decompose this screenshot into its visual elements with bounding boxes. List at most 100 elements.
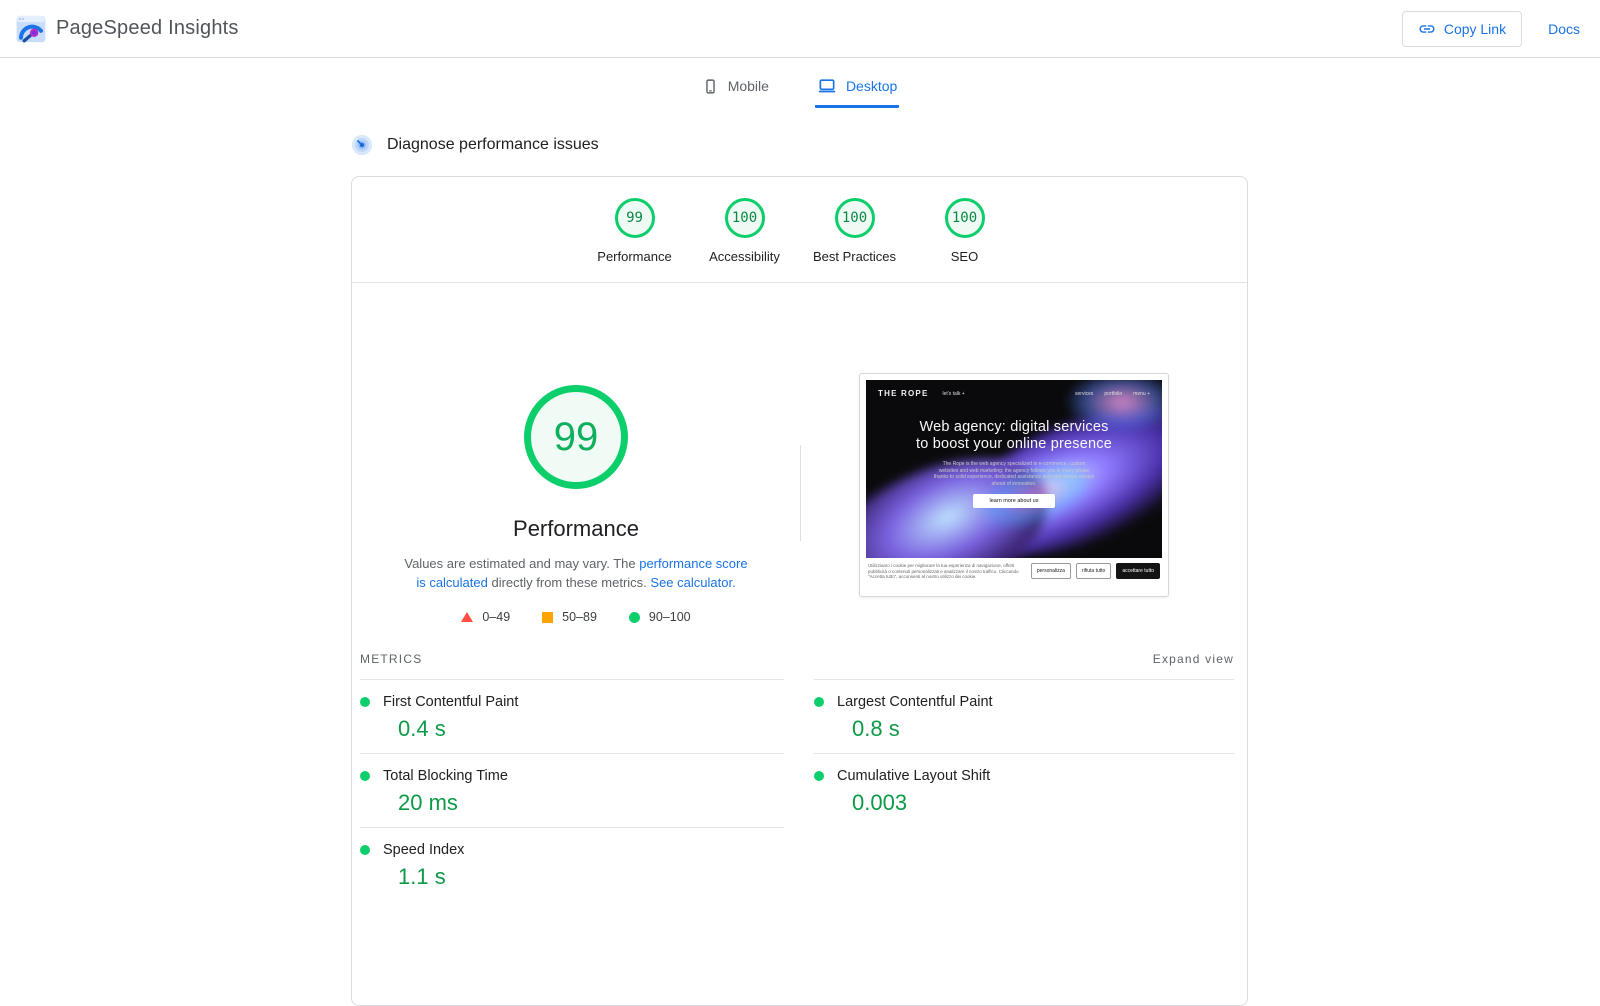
metric-name: Speed Index xyxy=(383,842,465,858)
metric-total-blocking-time: Total Blocking Time 20 ms xyxy=(360,753,784,827)
metric-value: 0.003 xyxy=(852,790,908,815)
site-nav: services portfolio menu + xyxy=(1075,391,1150,397)
cookie-banner: Utilizziamo i cookie per migliorare la t… xyxy=(866,558,1162,580)
metric-value: 0.4 s xyxy=(398,716,446,741)
disclaimer-text: Values are estimated and may vary. The xyxy=(404,556,640,571)
expand-view-button[interactable]: Expand view xyxy=(1153,652,1234,666)
score-value: 100 xyxy=(841,210,868,226)
pagespeed-logo-icon xyxy=(16,14,46,44)
metrics-section: METRICS Expand view First Contentful Pai… xyxy=(360,652,1234,901)
site-nav-item: portfolio xyxy=(1104,390,1123,397)
score-best-practices[interactable]: 100 Best Practices xyxy=(800,198,910,264)
score-value: 100 xyxy=(951,210,978,226)
gauge-radar-icon xyxy=(351,134,373,156)
page-screenshot-thumbnail[interactable]: THE ROPE let's talk + services portfolio… xyxy=(859,373,1169,597)
metric-speed-index: Speed Index 1.1 s xyxy=(360,827,784,901)
metric-name: Cumulative Layout Shift xyxy=(837,768,991,784)
metrics-column-left: First Contentful Paint 0.4 s Total Block… xyxy=(360,679,784,901)
score-circle: 100 xyxy=(724,198,765,238)
metric-largest-contentful-paint: Largest Contentful Paint 0.8 s xyxy=(814,679,1234,753)
header-actions: Copy Link Docs xyxy=(1401,10,1584,47)
copy-link-button[interactable]: Copy Link xyxy=(1401,10,1523,47)
metric-name: First Contentful Paint xyxy=(383,694,519,710)
gauge-score-value: 99 xyxy=(553,414,599,459)
site-cta-button: learn more about us xyxy=(973,494,1055,508)
disclaimer-text: directly from these metrics. xyxy=(487,574,651,590)
cookie-text: Utilizziamo i cookie per migliorare la t… xyxy=(868,563,1019,580)
legend-range: 90–100 xyxy=(648,610,691,624)
score-label: Accessibility xyxy=(709,249,780,264)
score-label: SEO xyxy=(950,249,979,264)
performance-gauge: 99 xyxy=(524,385,628,489)
metrics-header: METRICS Expand view xyxy=(360,652,1234,679)
report-card: 99 Performance 100 Accessibility 100 Bes… xyxy=(351,176,1248,1006)
metrics-column-right: Largest Contentful Paint 0.8 s Cumulativ… xyxy=(814,679,1234,901)
tab-desktop[interactable]: Desktop xyxy=(814,66,900,108)
see-calculator-link[interactable]: See calculator. xyxy=(650,575,735,590)
site-headline-line1: Web agency: digital services xyxy=(919,419,1109,435)
device-tabs: Mobile Desktop xyxy=(351,66,1248,108)
green-dot-icon xyxy=(360,771,370,781)
legend-fail: 0–49 xyxy=(461,610,510,624)
metric-name: Total Blocking Time xyxy=(383,768,508,784)
legend-average: 50–89 xyxy=(542,610,597,624)
score-circle: 100 xyxy=(944,198,985,238)
green-dot-icon xyxy=(360,845,370,855)
app-header: PageSpeed Insights Copy Link Docs xyxy=(0,0,1600,58)
site-nav-item: services xyxy=(1075,390,1094,397)
score-seo[interactable]: 100 SEO xyxy=(910,198,1020,264)
app-title: PageSpeed Insights xyxy=(56,17,239,39)
metrics-heading: METRICS xyxy=(360,652,423,666)
tab-mobile-label: Mobile xyxy=(727,78,769,94)
green-circle-icon xyxy=(628,611,640,623)
link-icon xyxy=(1418,20,1436,38)
site-nav-lets-talk: let's talk + xyxy=(942,390,965,397)
gauge-title: Performance xyxy=(513,516,639,541)
metric-cumulative-layout-shift: Cumulative Layout Shift 0.003 xyxy=(814,753,1234,827)
score-accessibility[interactable]: 100 Accessibility xyxy=(690,198,800,264)
site-logo: THE ROPE xyxy=(878,389,929,398)
score-label: Best Practices xyxy=(812,249,897,264)
cookie-reject-button: rifiuta tutto xyxy=(1075,563,1112,580)
green-dot-icon xyxy=(814,771,824,781)
docs-link[interactable]: Docs xyxy=(1548,21,1580,37)
metric-value: 20 ms xyxy=(398,790,458,815)
screenshot-hero: THE ROPE let's talk + services portfolio… xyxy=(866,380,1162,558)
score-disclaimer: Values are estimated and may vary. The p… xyxy=(402,555,750,592)
site-paragraph: The Rope is the web agency specialized i… xyxy=(933,461,1095,487)
score-circle: 99 xyxy=(614,198,655,238)
performance-gauge-section: 99 Performance Values are estimated and … xyxy=(352,283,800,624)
red-triangle-icon xyxy=(461,612,474,622)
metric-value: 0.8 s xyxy=(852,716,900,741)
screenshot-site-header: THE ROPE let's talk + services portfolio… xyxy=(866,380,1162,398)
score-performance[interactable]: 99 Performance xyxy=(580,198,690,264)
tab-desktop-label: Desktop xyxy=(845,78,898,94)
category-score-row: 99 Performance 100 Accessibility 100 Bes… xyxy=(352,177,1247,283)
main-content: Mobile Desktop Diagnose performance issu… xyxy=(351,58,1248,1006)
metric-value: 1.1 s xyxy=(398,864,446,889)
score-label: Performance xyxy=(597,249,672,264)
site-nav-item: menu + xyxy=(1133,390,1150,397)
metrics-columns: First Contentful Paint 0.4 s Total Block… xyxy=(360,679,1234,901)
score-circle: 100 xyxy=(834,198,875,238)
score-range-legend: 0–49 50–89 90–100 xyxy=(461,610,691,624)
score-value: 100 xyxy=(731,210,758,226)
copy-link-label: Copy Link xyxy=(1443,20,1507,37)
mobile-phone-icon xyxy=(702,78,719,95)
site-headline: Web agency: digital services to boost yo… xyxy=(866,419,1162,452)
site-headline-line2: to boost your online presence xyxy=(915,435,1113,452)
orange-square-icon xyxy=(542,611,554,623)
diagnose-title: Diagnose performance issues xyxy=(387,136,599,153)
legend-range: 0–49 xyxy=(482,610,511,624)
tab-mobile[interactable]: Mobile xyxy=(700,66,771,108)
metric-name: Largest Contentful Paint xyxy=(837,694,993,710)
legend-pass: 90–100 xyxy=(628,610,691,624)
desktop-laptop-icon xyxy=(817,76,837,96)
cookie-accept-button: accettare tutto xyxy=(1116,563,1160,580)
legend-range: 50–89 xyxy=(562,610,597,624)
green-dot-icon xyxy=(360,697,370,707)
green-dot-icon xyxy=(814,697,824,707)
metric-first-contentful-paint: First Contentful Paint 0.4 s xyxy=(360,679,784,753)
cookie-personalize-button: personalizza xyxy=(1030,563,1071,580)
diagnose-section-header: Diagnose performance issues xyxy=(351,134,1248,156)
